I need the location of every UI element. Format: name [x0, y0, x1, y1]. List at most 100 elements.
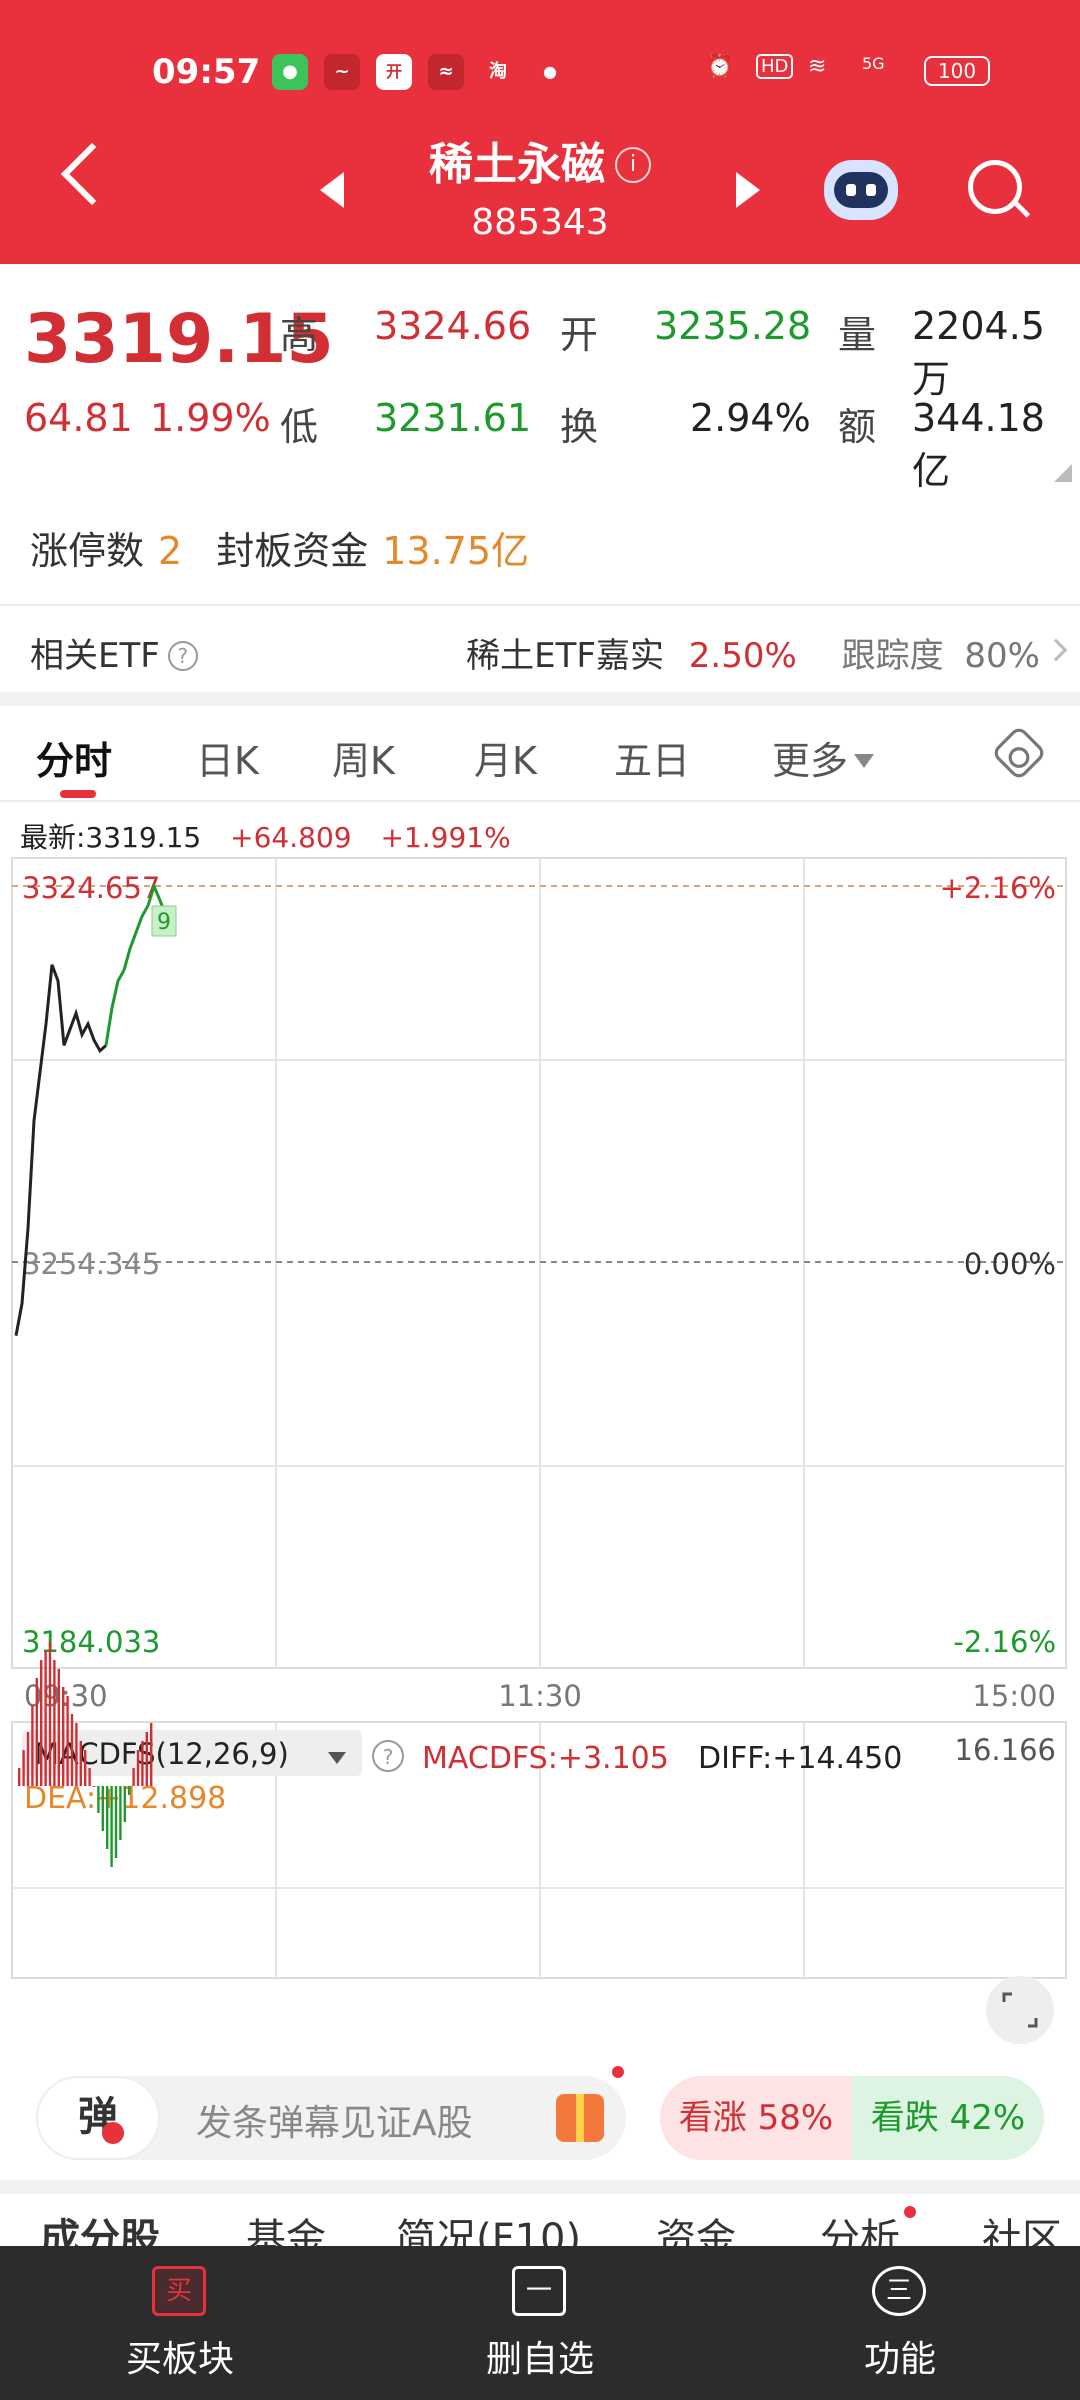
macd-bar — [97, 1786, 100, 1813]
danmu-input[interactable]: 发条弹幕见证A股 — [196, 2094, 473, 2146]
limit-up-label: 涨停数 — [30, 529, 145, 573]
macd-bar — [48, 1642, 52, 1786]
macd-bar — [128, 1786, 131, 1795]
limit-up-row: 涨停数 2 封板资金 13.75亿 — [30, 520, 543, 575]
macd-bar — [31, 1705, 34, 1786]
tab-daily-k[interactable]: 日K — [196, 730, 259, 785]
macd-bar — [26, 1732, 30, 1786]
macd-bar — [62, 1687, 65, 1786]
macd-bar — [101, 1786, 104, 1831]
high-value: 3324.66 — [374, 304, 532, 348]
macd-bar — [70, 1714, 74, 1786]
section-gap — [0, 692, 1080, 706]
tab-monthly-k[interactable]: 月K — [474, 730, 537, 785]
related-etf-row[interactable]: 相关ETF? 稀土ETF嘉实 2.50% 跟踪度 80% — [0, 608, 1080, 692]
y-label-mid: 3254.345 — [22, 1247, 160, 1281]
gift-icon[interactable] — [556, 2094, 604, 2142]
x-label-close: 15:00 — [972, 1679, 1056, 1713]
search-icon[interactable] — [968, 160, 1022, 214]
tab-more-label: 更多 — [772, 739, 849, 783]
macd-bar — [66, 1696, 69, 1786]
vote-down-button[interactable]: 看跌 42% — [852, 2076, 1044, 2160]
quote-panel: 3319.15 64.81 1.99% 高 3324.66 开 3235.28 … — [0, 264, 1080, 494]
macd-bar — [35, 1678, 38, 1786]
macd-bar — [119, 1786, 122, 1840]
remove-watchlist-button[interactable]: 一 删自选 — [360, 2246, 720, 2400]
macd-bar — [145, 1732, 148, 1786]
active-tab-indicator — [60, 790, 96, 798]
y-label-bottom: 3184.033 — [22, 1625, 160, 1659]
macd-bar — [40, 1660, 43, 1786]
divider — [0, 604, 1080, 606]
tab-capital[interactable]: 资金 — [656, 2206, 736, 2246]
tab-intraday[interactable]: 分时 — [36, 730, 112, 785]
tab-more[interactable]: 更多 — [772, 730, 875, 785]
more-dot-icon: ● — [543, 62, 557, 81]
remove-icon: 一 — [512, 2266, 566, 2316]
turnover-label: 换 — [560, 405, 599, 449]
status-time: 09:57 — [152, 52, 261, 92]
remove-watchlist-label: 删自选 — [485, 2339, 594, 2380]
expand-corner-icon[interactable] — [1054, 464, 1072, 482]
macd-bar — [150, 1723, 153, 1786]
macd-bar — [53, 1660, 56, 1786]
track-label: 跟踪度 — [841, 636, 944, 676]
price-chart-svg[interactable]: 3324.657 3254.345 3184.033 +2.16% 0.00% … — [0, 802, 1080, 2062]
macd-bar — [132, 1768, 135, 1786]
detail-tabs: 成分股 基金 简况(F10) 资金 分析 社区 — [0, 2196, 1080, 2246]
macd-bar — [114, 1786, 118, 1858]
info-icon[interactable]: i — [615, 147, 651, 183]
danmu-toggle[interactable]: 弹 — [36, 2076, 160, 2160]
etf-name: 稀土ETF嘉实 — [466, 636, 664, 676]
pct-label-mid: 0.00% — [964, 1247, 1056, 1281]
macd-bar — [75, 1723, 78, 1786]
signal-icon: 5G — [862, 54, 885, 73]
danmu-check-icon — [102, 2122, 124, 2144]
notification-dot — [612, 2066, 624, 2078]
wifi-icon: ≋ — [808, 54, 827, 79]
alarm-icon: ⏰ — [706, 54, 734, 79]
volume-value: 2204.5万 — [912, 304, 1045, 401]
section-gap — [0, 2180, 1080, 2194]
settings-icon[interactable] — [990, 724, 1048, 782]
market-app-icon: ≈ — [428, 54, 464, 90]
tab-weekly-k[interactable]: 周K — [332, 730, 395, 785]
macd-bar — [106, 1786, 109, 1849]
next-stock-icon[interactable] — [736, 172, 760, 208]
chat-app-icon: ● — [272, 54, 308, 90]
tab-five-day[interactable]: 五日 — [614, 730, 690, 785]
limit-up-count: 2 — [158, 529, 183, 573]
tab-analysis[interactable]: 分析 — [820, 2206, 900, 2246]
amount-label: 额 — [838, 405, 877, 449]
macd-bar — [141, 1741, 144, 1786]
low-value: 3231.61 — [374, 396, 532, 440]
tab-constituents[interactable]: 成分股 — [40, 2206, 160, 2246]
tab-fund[interactable]: 基金 — [246, 2206, 326, 2246]
macd-bar — [18, 1768, 21, 1786]
hd-icon: HD — [756, 54, 794, 79]
volume-label: 量 — [838, 313, 877, 357]
price-change-pct: 1.99% — [150, 396, 271, 440]
macd-bar — [136, 1750, 140, 1786]
macd-bar — [79, 1741, 82, 1786]
diff-value: DIFF:+14.450 — [698, 1741, 902, 1776]
tab-community[interactable]: 社区 — [982, 2206, 1062, 2246]
buy-sector-button[interactable]: 买 买板块 — [0, 2246, 360, 2400]
macd-bar — [22, 1750, 25, 1786]
fullscreen-button[interactable] — [986, 1976, 1054, 2044]
robot-assistant-icon[interactable] — [824, 160, 898, 220]
price-marker-label: 9 — [157, 910, 171, 935]
vote-up-button[interactable]: 看涨 58% — [660, 2076, 852, 2160]
seal-fund-label: 封板资金 — [216, 529, 369, 573]
help-icon[interactable]: ? — [167, 641, 198, 671]
macd-bar — [92, 1786, 96, 1787]
tab-f10[interactable]: 简况(F10) — [396, 2206, 581, 2246]
intraday-chart[interactable]: 最新:3319.15 +64.809 +1.991% 3324.657 3254… — [0, 802, 1080, 2062]
functions-button[interactable]: 三 功能 — [720, 2246, 1080, 2400]
taobao-app-icon: 淘 — [489, 61, 507, 82]
danmu-bar[interactable]: 弹 发条弹幕见证A股 — [36, 2066, 626, 2160]
macdfs-value: MACDFS:+3.105 — [422, 1741, 669, 1776]
bottom-nav: 买 买板块 一 删自选 三 功能 — [0, 2246, 1080, 2400]
pct-label-top: +2.16% — [940, 871, 1056, 905]
x-label-noon: 11:30 — [498, 1679, 582, 1713]
